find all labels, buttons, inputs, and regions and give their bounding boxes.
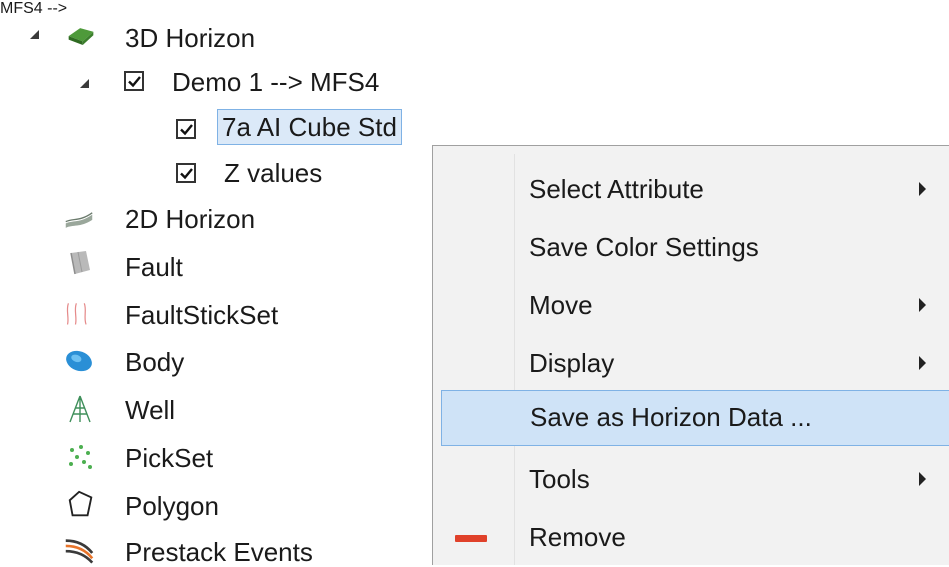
tree-item-label: FaultStickSet [125,300,279,330]
menu-item-save-color-settings[interactable]: Save Color Settings [433,226,949,270]
checkmark-icon [180,168,193,180]
tree-item-label: Demo 1 --> MFS4 [172,67,380,97]
submenu-arrow-icon [919,356,926,370]
remove-icon [455,535,487,542]
menu-item-label: Remove [529,522,626,552]
menu-item-move[interactable]: Move [433,284,949,328]
tree-item-label: PickSet [125,443,214,473]
2d-horizon-icon [65,212,93,228]
menu-item-label: Move [529,290,593,320]
submenu-arrow-icon [919,298,926,312]
tree-item-label: Z values [224,158,323,188]
pickset-icon [69,445,92,469]
menu-item-tools[interactable]: Tools [433,458,949,502]
tree-item-label: 7a AI Cube Std [217,109,402,145]
menu-item-label: Save Color Settings [529,232,759,262]
3d-horizon-icon [68,28,94,45]
prestack-events-icon [65,539,94,564]
tree-item-label: Well [125,395,176,425]
context-menu: Select Attribute Save Color Settings Mov… [432,145,949,565]
menu-item-display[interactable]: Display [433,342,949,386]
polygon-icon [68,490,93,517]
menu-item-label: Tools [529,464,590,494]
fault-icon [70,251,90,275]
tree-item-label: Body [125,347,185,377]
menu-item-save-as-horizon-data[interactable]: Save as Horizon Data ... [441,390,949,446]
tree-item-label: 2D Horizon [125,204,256,234]
checkmark-icon [180,124,193,136]
tree-item-label: 3D Horizon [125,23,256,53]
submenu-arrow-icon [919,472,926,486]
menu-item-select-attribute[interactable]: Select Attribute [433,168,949,212]
faultstickset-icon [66,303,87,325]
menu-item-label: Display [529,348,615,378]
well-icon [69,395,91,423]
body-icon [66,350,92,372]
expand-arrow-icon[interactable] [80,79,89,88]
submenu-arrow-icon [919,182,926,196]
menu-item-label: Select Attribute [529,174,704,204]
checkbox[interactable] [176,163,196,183]
menu-item-label: Save as Horizon Data ... [530,402,812,432]
checkmark-icon [128,76,141,88]
checkbox[interactable] [176,119,196,139]
menu-item-remove[interactable]: Remove [433,516,949,560]
tree-item-label: Prestack Events [125,537,313,567]
expand-arrow-icon[interactable] [30,30,39,39]
tree-item-label: Fault [125,252,183,282]
tree-item-label: Polygon [125,491,219,521]
checkbox[interactable] [124,71,144,91]
